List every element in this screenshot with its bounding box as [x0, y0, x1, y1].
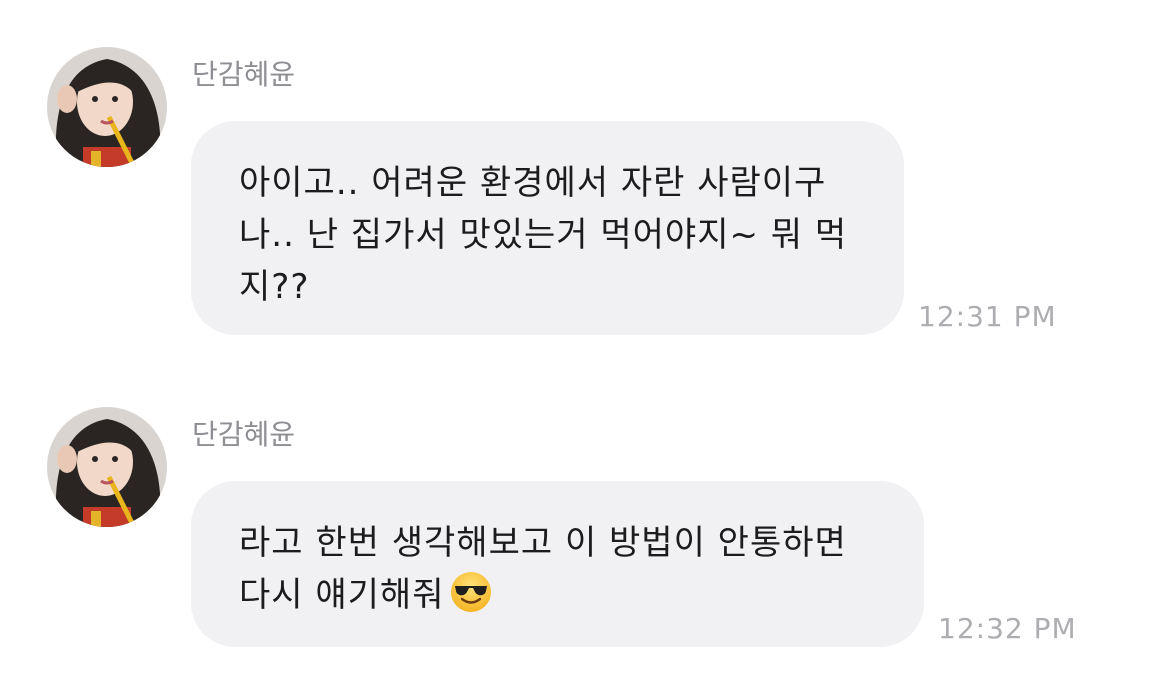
avatar[interactable] [47, 407, 167, 527]
message-line: 아이고.. 어려운 환경에서 자란 사람이구 [239, 163, 827, 203]
avatar[interactable] [47, 47, 167, 167]
timestamp: 12:32 PM [938, 612, 1077, 645]
message-line-with-emoji: 다시 얘기해줘 [239, 569, 880, 629]
profile-photo-icon [47, 47, 167, 167]
sender-name: 단감혜윤 [192, 418, 296, 451]
smiling-face-with-sunglasses-icon [449, 570, 493, 629]
message-line: 지?? [239, 267, 310, 307]
profile-photo-icon [47, 407, 167, 527]
sender-name: 단감혜윤 [192, 58, 296, 91]
message-line: 라고 한번 생각해보고 이 방법이 안통하면 [239, 523, 847, 563]
message-line: 나.. 난 집가서 맛있는거 먹어야지~ 뭐 먹 [239, 215, 848, 255]
message-bubble[interactable]: 아이고.. 어려운 환경에서 자란 사람이구 나.. 난 집가서 맛있는거 먹어… [191, 121, 904, 335]
timestamp: 12:31 PM [918, 300, 1057, 333]
message-line: 다시 얘기해줘 [239, 575, 445, 615]
message-text: 아이고.. 어려운 환경에서 자란 사람이구 나.. 난 집가서 맛있는거 먹어… [239, 157, 860, 313]
message-bubble[interactable]: 라고 한번 생각해보고 이 방법이 안통하면 다시 얘기해줘 [191, 481, 924, 647]
message-text: 라고 한번 생각해보고 이 방법이 안통하면 다시 얘기해줘 [239, 517, 880, 629]
